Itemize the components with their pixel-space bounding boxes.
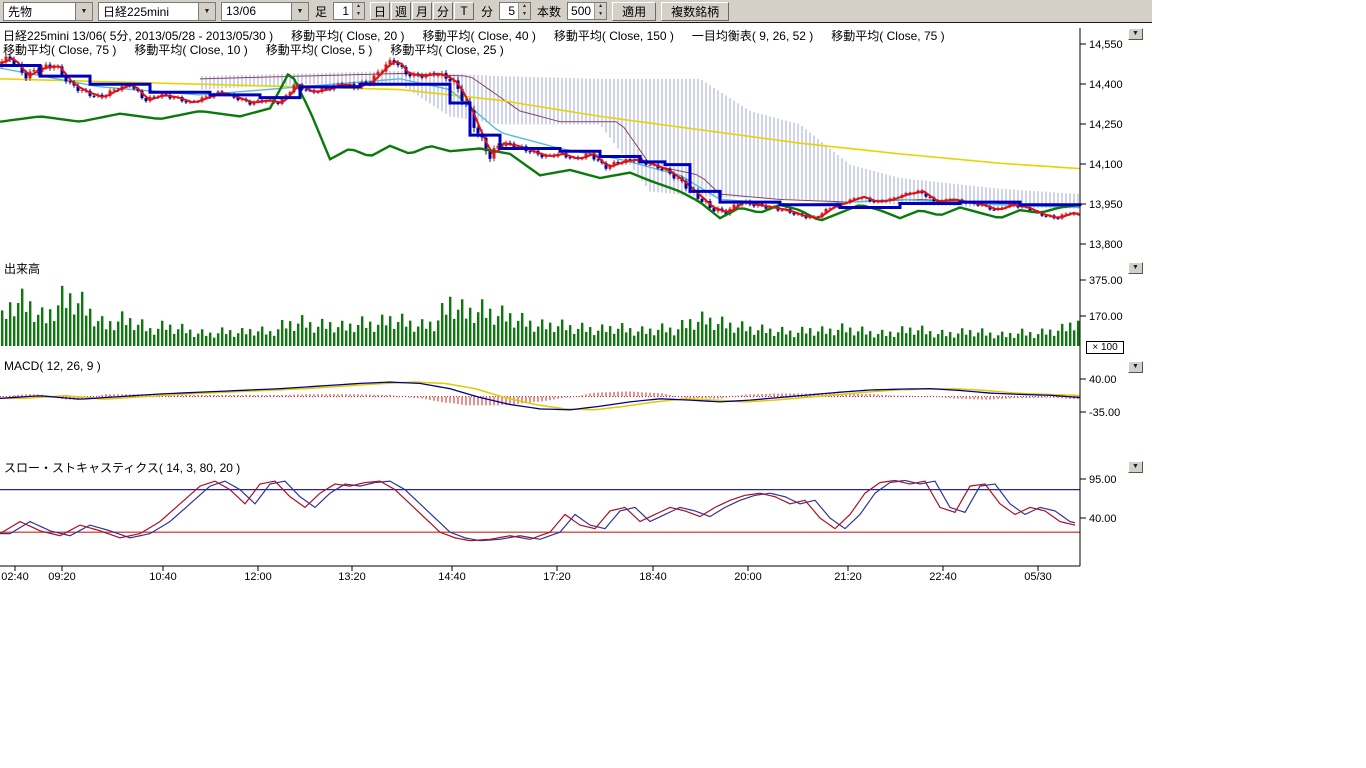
- macd-pane-label: MACD( 12, 26, 9 ): [4, 359, 101, 373]
- bar-count-value: 500: [568, 3, 594, 19]
- axis-label: 14,400: [1089, 79, 1123, 91]
- chart-legend-line2: 移動平均( Close, 75 ) 移動平均( Close, 10 ) 移動平均( …: [3, 41, 522, 58]
- period-button-4[interactable]: T: [454, 2, 474, 20]
- timeframe-stepper[interactable]: 1 ▲▼: [333, 2, 365, 20]
- legend-item: 移動平均( Close, 75 ): [3, 43, 116, 57]
- chevron-down-icon[interactable]: ▼: [198, 3, 215, 20]
- axis-label: 40.00: [1089, 513, 1117, 525]
- time-axis-label: 05/30: [1024, 571, 1052, 583]
- spin-down-icon[interactable]: ▼: [519, 11, 530, 19]
- minutes-label: 分: [481, 3, 493, 20]
- axis-label: 14,250: [1089, 119, 1123, 131]
- period-button-1[interactable]: 週: [391, 2, 411, 20]
- legend-item: 移動平均( Close, 150 ): [554, 29, 674, 43]
- symbol-value: 日経225mini: [99, 3, 198, 20]
- chart-canvas: 14,550 14,400 14,250 14,100 13,950 13,800 375.…: [0, 0, 1366, 768]
- period-buttons: 日週月分T: [370, 2, 475, 20]
- contract-month-combo[interactable]: 13/06 ▼: [221, 2, 309, 21]
- instrument-type-value: 先物: [4, 3, 75, 20]
- pane-dropdown-button-2[interactable]: ▼: [1128, 361, 1143, 373]
- multi-symbol-button[interactable]: 複数銘柄: [661, 2, 729, 21]
- minutes-value: 5: [500, 3, 518, 19]
- axis-label: 14,100: [1089, 159, 1123, 171]
- spin-up-icon[interactable]: ▲: [519, 3, 530, 11]
- time-axis-label: 14:40: [438, 571, 466, 583]
- timeframe-label: 足: [315, 3, 327, 20]
- chevron-down-icon[interactable]: ▼: [291, 3, 308, 20]
- spin-up-icon[interactable]: ▲: [595, 3, 606, 11]
- time-axis-label: 17:20: [543, 571, 571, 583]
- toolbar: 先物 ▼ 日経225mini ▼ 13/06 ▼ 足 1 ▲▼ 日週月分T 分 …: [0, 0, 1152, 23]
- axis-label: 14,550: [1089, 39, 1123, 51]
- time-axis-label: 22:40: [929, 571, 957, 583]
- time-axis-label: 10:40: [149, 571, 177, 583]
- axis-label: 40.00: [1089, 374, 1117, 386]
- bar-count-label: 本数: [537, 3, 561, 20]
- axis-label: 170.00: [1089, 311, 1123, 323]
- time-axis-label: 18:40: [639, 571, 667, 583]
- stoch-pane-label: スロー・ストキャスティクス( 14, 3, 80, 20 ): [4, 459, 240, 476]
- volume-pane-label: 出来高: [4, 260, 40, 277]
- minutes-stepper[interactable]: 5 ▲▼: [499, 2, 531, 20]
- axis-label: 375.00: [1089, 275, 1123, 287]
- legend-item: 一目均衡表( 9, 26, 52 ): [692, 29, 813, 43]
- period-button-2[interactable]: 月: [412, 2, 432, 20]
- time-axis-label: 13:20: [338, 571, 366, 583]
- time-axis-label: 20:00: [734, 571, 762, 583]
- spin-up-icon[interactable]: ▲: [353, 3, 364, 11]
- spin-down-icon[interactable]: ▼: [353, 11, 364, 19]
- legend-item: 移動平均( Close, 75 ): [831, 29, 944, 43]
- period-button-3[interactable]: 分: [433, 2, 453, 20]
- legend-item: 移動平均( Close, 10 ): [134, 43, 247, 57]
- time-axis-label: 21:20: [834, 571, 862, 583]
- pane-dropdown-button-0[interactable]: ▼: [1128, 28, 1143, 40]
- instrument-type-combo[interactable]: 先物 ▼: [3, 2, 93, 21]
- bar-count-stepper[interactable]: 500 ▲▼: [567, 2, 607, 20]
- pane-dropdown-button-1[interactable]: ▼: [1128, 262, 1143, 274]
- chevron-down-icon[interactable]: ▼: [75, 3, 92, 20]
- axis-label: 13,950: [1089, 199, 1123, 211]
- legend-item: 移動平均( Close, 25 ): [390, 43, 503, 57]
- timeframe-value: 1: [334, 3, 352, 19]
- volume-multiplier-badge: × 100: [1086, 341, 1124, 354]
- time-axis-label: 02:40: [1, 571, 29, 583]
- spin-down-icon[interactable]: ▼: [595, 11, 606, 19]
- period-button-0[interactable]: 日: [370, 2, 390, 20]
- pane-dropdown-button-3[interactable]: ▼: [1128, 461, 1143, 473]
- time-axis-label: 09:20: [48, 571, 76, 583]
- axis-label: 95.00: [1089, 474, 1117, 486]
- contract-month-value: 13/06: [222, 4, 291, 18]
- symbol-combo[interactable]: 日経225mini ▼: [98, 2, 216, 21]
- legend-item: 移動平均( Close, 5 ): [266, 43, 373, 57]
- axis-label: 13,800: [1089, 239, 1123, 251]
- app-window: 14,550 14,400 14,250 14,100 13,950 13,800 375.…: [0, 0, 1366, 768]
- axis-label: -35.00: [1089, 407, 1120, 419]
- apply-button[interactable]: 適用: [612, 2, 656, 21]
- time-axis-label: 12:00: [244, 571, 272, 583]
